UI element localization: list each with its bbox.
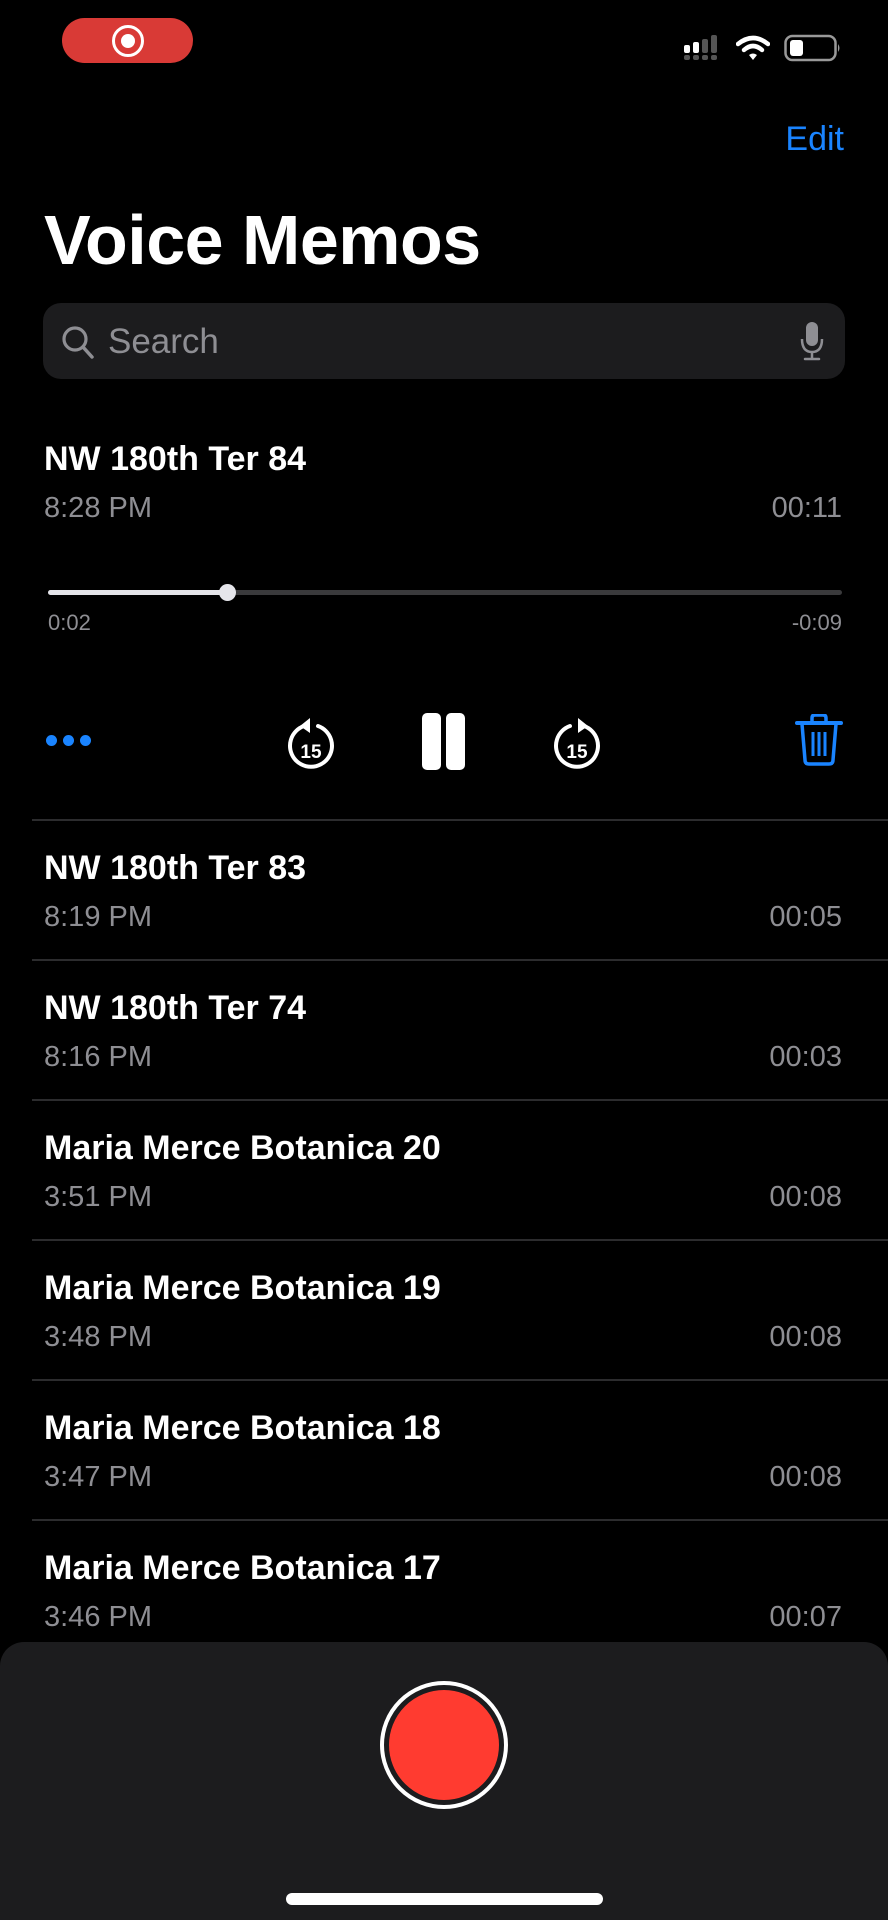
cellular-signal-icon: [684, 35, 717, 60]
memo-duration: 00:08: [769, 1181, 842, 1213]
screen-recording-indicator[interactable]: [62, 18, 193, 63]
search-input[interactable]: Search: [43, 303, 845, 379]
page-title: Voice Memos: [44, 201, 481, 279]
memo-time: 8:16 PM: [44, 1041, 152, 1073]
skip-back-15-icon[interactable]: 15: [284, 716, 338, 774]
dot-icon: [80, 735, 91, 746]
memo-time: 3:47 PM: [44, 1461, 152, 1493]
elapsed-time: 0:02: [48, 610, 91, 635]
scrubber-thumb[interactable]: [218, 584, 236, 601]
memo-time: 8:19 PM: [44, 901, 152, 933]
memo-title: Maria Merce Botanica 19: [44, 1269, 441, 1307]
memo-time: 3:51 PM: [44, 1181, 152, 1213]
home-indicator[interactable]: [286, 1893, 603, 1905]
battery-icon: [784, 34, 840, 62]
trash-icon[interactable]: [795, 714, 843, 766]
memo-duration: 00:08: [769, 1321, 842, 1353]
memo-time: 3:48 PM: [44, 1321, 152, 1353]
memo-title: NW 180th Ter 83: [44, 849, 307, 887]
memo-title: NW 180th Ter 74: [44, 989, 307, 1027]
status-icons: [684, 34, 842, 62]
record-icon: [386, 1687, 502, 1803]
skip-forward-15-icon[interactable]: 15: [550, 716, 604, 774]
record-button[interactable]: [380, 1681, 508, 1809]
active-memo-title[interactable]: NW 180th Ter 84: [44, 440, 306, 479]
skip-forward-label: 15: [566, 742, 588, 763]
search-placeholder: Search: [108, 322, 219, 361]
skip-back-label: 15: [300, 742, 322, 763]
playback-scrubber[interactable]: [48, 584, 842, 601]
dot-icon: [46, 735, 57, 746]
memo-list-item[interactable]: Maria Merce Botanica 18 3:47 PM 00:08: [0, 1381, 888, 1521]
record-panel: [0, 1642, 888, 1920]
memo-list-item[interactable]: Maria Merce Botanica 19 3:48 PM 00:08: [0, 1241, 888, 1381]
dot-icon: [63, 735, 74, 746]
remaining-time: -0:09: [791, 610, 842, 635]
pause-icon-bar: [446, 713, 465, 770]
memo-list-item[interactable]: NW 180th Ter 74 8:16 PM 00:03: [0, 961, 888, 1101]
memo-title: Maria Merce Botanica 20: [44, 1129, 441, 1167]
memo-list-item[interactable]: NW 180th Ter 83 8:19 PM 00:05: [0, 821, 888, 961]
record-icon: [111, 24, 144, 57]
memo-duration: 00:08: [769, 1461, 842, 1493]
wifi-icon: [736, 35, 770, 60]
memo-duration: 00:07: [769, 1601, 842, 1633]
pause-button[interactable]: [422, 713, 465, 770]
memo-duration: 00:03: [769, 1041, 842, 1073]
search-icon: [62, 326, 94, 359]
memo-list-item[interactable]: Maria Merce Botanica 20 3:51 PM 00:08: [0, 1101, 888, 1241]
memo-title: Maria Merce Botanica 18: [44, 1409, 441, 1447]
microphone-icon[interactable]: [799, 321, 825, 361]
memo-title: Maria Merce Botanica 17: [44, 1549, 441, 1587]
scrubber-progress: [48, 590, 227, 595]
memo-time: 3:46 PM: [44, 1601, 152, 1633]
active-memo-duration: 00:11: [771, 492, 842, 524]
edit-button[interactable]: Edit: [785, 120, 844, 159]
active-memo-time: 8:28 PM: [44, 492, 152, 524]
memo-list-item[interactable]: Maria Merce Botanica 17 3:46 PM 00:07: [0, 1521, 888, 1661]
pause-icon-bar: [422, 713, 441, 770]
memo-duration: 00:05: [769, 901, 842, 933]
more-options-button[interactable]: [46, 735, 91, 746]
